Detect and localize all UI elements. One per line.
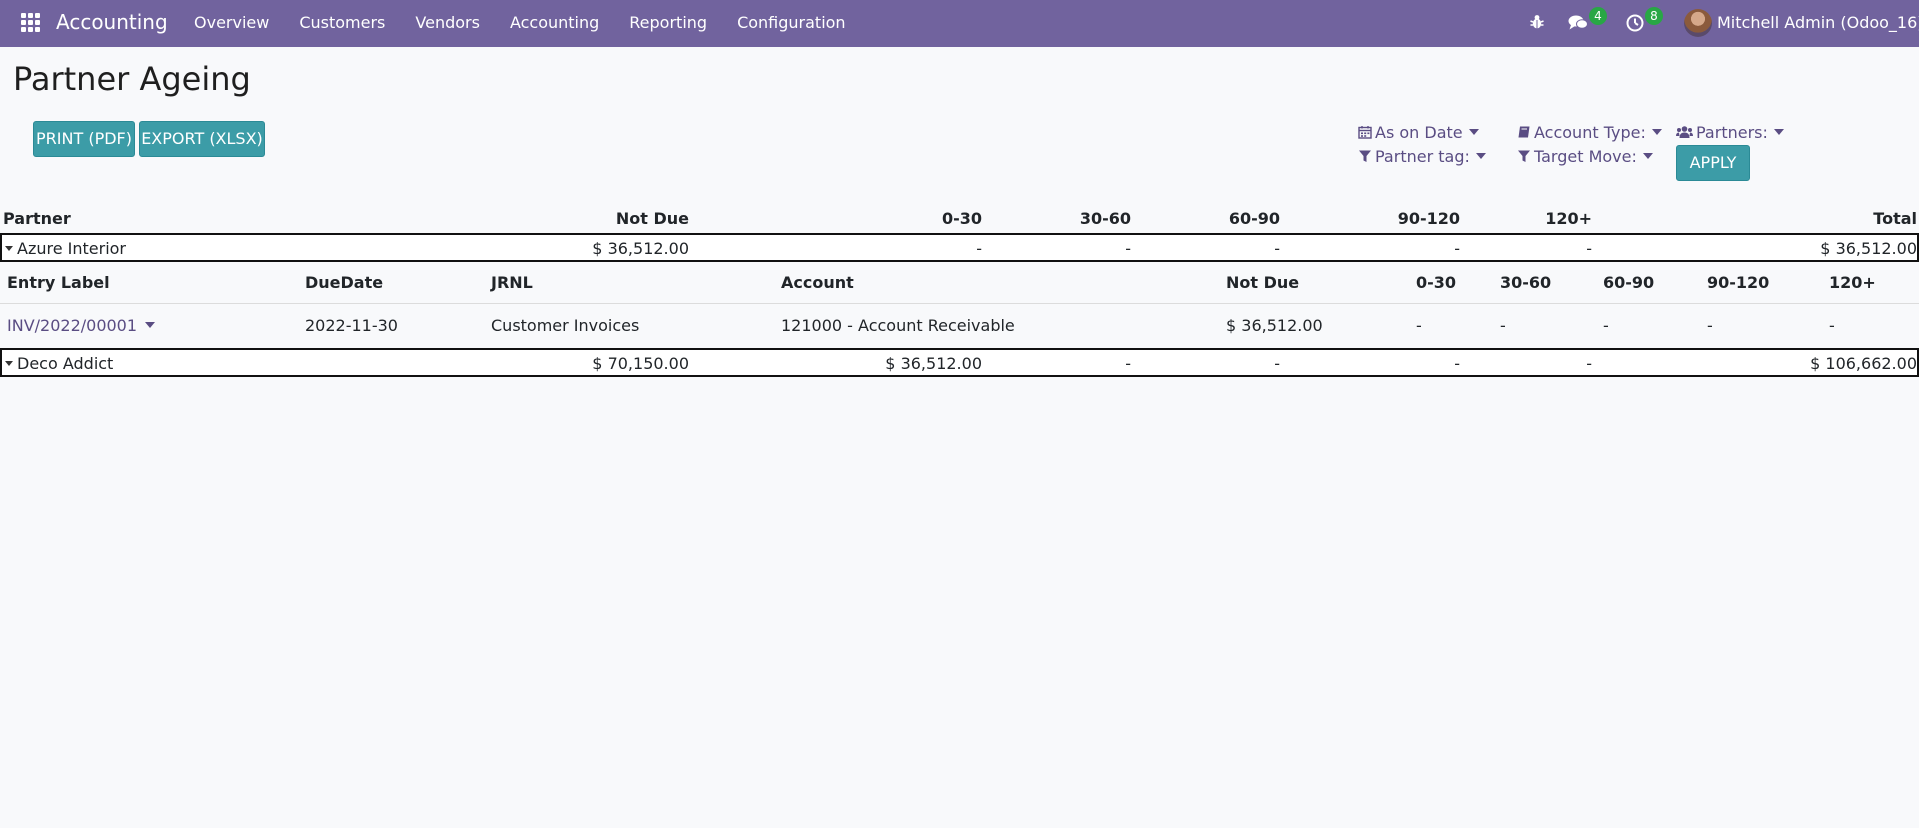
calendar-icon xyxy=(1358,126,1372,139)
table-header: Partner Not Due 0-30 30-60 60-90 90-120 … xyxy=(0,209,1919,231)
chevron-down-icon xyxy=(1773,129,1784,135)
target-move-filter[interactable]: Target Move: xyxy=(1517,147,1653,166)
entry-90-120: - xyxy=(1707,316,1713,335)
export-xlsx-button[interactable]: EXPORT (XLSX) xyxy=(139,121,265,157)
header-60-90: 60-90 xyxy=(1228,209,1280,228)
cell-30-60: - xyxy=(1125,354,1131,373)
book-icon xyxy=(1518,126,1530,138)
bug-icon[interactable] xyxy=(1530,14,1544,30)
subheader-90-120: 90-120 xyxy=(1707,273,1770,292)
cell-0-30: - xyxy=(976,239,982,258)
chevron-down-icon xyxy=(1468,129,1479,135)
header-0-30: 0-30 xyxy=(941,209,982,228)
menu-overview[interactable]: Overview xyxy=(194,13,269,32)
entry-due-date: 2022-11-30 xyxy=(305,316,398,335)
entry-account: 121000 - Account Receivable xyxy=(781,316,1015,335)
entry-30-60: - xyxy=(1500,316,1506,335)
subheader-entry-label: Entry Label xyxy=(7,273,110,292)
account-type-label: Account Type: xyxy=(1534,123,1646,142)
entry-60-90: - xyxy=(1603,316,1609,335)
filter-icon xyxy=(1359,150,1371,162)
cell-90-120: - xyxy=(1454,239,1460,258)
apps-grid-icon[interactable] xyxy=(21,13,40,32)
caret-down-icon xyxy=(5,246,13,251)
entry-label-dropdown[interactable]: INV/2022/00001 xyxy=(7,316,156,335)
cell-60-90: - xyxy=(1274,239,1280,258)
page-title: Partner Ageing xyxy=(13,60,251,98)
filter-icon xyxy=(1518,150,1530,162)
subheader-120-plus: 120+ xyxy=(1829,273,1876,292)
messages-count-badge: 4 xyxy=(1589,7,1607,25)
activities-count-badge: 8 xyxy=(1645,7,1663,25)
entry-row: INV/2022/00001 2022-11-30 Customer Invoi… xyxy=(0,305,1919,346)
entry-subtable-header: Entry Label DueDate JRNL Account Not Due… xyxy=(0,264,1919,304)
partner-tag-label: Partner tag: xyxy=(1375,147,1470,166)
chat-icon[interactable] xyxy=(1568,14,1588,31)
cell-120-plus: - xyxy=(1586,239,1592,258)
partners-filter[interactable]: Partners: xyxy=(1676,123,1784,142)
subheader-0-30: 0-30 xyxy=(1416,273,1457,292)
header-not-due: Not Due xyxy=(615,209,689,228)
menu-customers[interactable]: Customers xyxy=(299,13,385,32)
cell-120-plus: - xyxy=(1586,354,1592,373)
partner-row[interactable]: Azure Interior $ 36,512.00 - - - - - $ 3… xyxy=(0,233,1919,262)
chevron-down-icon xyxy=(145,322,156,328)
cell-total: $ 36,512.00 xyxy=(1820,239,1917,258)
partner-row[interactable]: Deco Addict $ 70,150.00 $ 36,512.00 - - … xyxy=(0,348,1919,377)
partners-label: Partners: xyxy=(1696,123,1768,142)
cell-60-90: - xyxy=(1274,354,1280,373)
header-120-plus: 120+ xyxy=(1545,209,1592,228)
top-navbar: Accounting Overview Customers Vendors Ac… xyxy=(0,0,1919,47)
menu-configuration[interactable]: Configuration xyxy=(737,13,846,32)
caret-down-icon xyxy=(5,361,13,366)
chevron-down-icon xyxy=(1642,153,1653,159)
account-type-filter[interactable]: Account Type: xyxy=(1517,123,1662,142)
print-pdf-button[interactable]: PRINT (PDF) xyxy=(33,121,135,157)
header-partner: Partner xyxy=(3,209,71,228)
chevron-down-icon xyxy=(1475,153,1486,159)
chevron-down-icon xyxy=(1651,129,1662,135)
menu-accounting[interactable]: Accounting xyxy=(510,13,599,32)
user-menu[interactable]: Mitchell Admin (Odoo_16) xyxy=(1717,13,1919,32)
cell-not-due: $ 36,512.00 xyxy=(592,239,689,258)
header-total: Total xyxy=(1873,209,1917,228)
entry-120-plus: - xyxy=(1829,316,1835,335)
clock-icon[interactable] xyxy=(1626,14,1644,32)
cell-not-due: $ 70,150.00 xyxy=(592,354,689,373)
cell-30-60: - xyxy=(1125,239,1131,258)
partner-name[interactable]: Azure Interior xyxy=(5,239,126,258)
apply-button[interactable]: APPLY xyxy=(1676,145,1750,181)
menu-vendors[interactable]: Vendors xyxy=(415,13,480,32)
subheader-due-date: DueDate xyxy=(305,273,384,292)
user-avatar[interactable] xyxy=(1684,9,1712,37)
app-name[interactable]: Accounting xyxy=(56,10,168,34)
entry-0-30: - xyxy=(1416,316,1422,335)
main-menu: Overview Customers Vendors Accounting Re… xyxy=(194,13,876,32)
header-90-120: 90-120 xyxy=(1397,209,1460,228)
cell-90-120: - xyxy=(1454,354,1460,373)
subheader-not-due: Not Due xyxy=(1226,273,1300,292)
entry-journal: Customer Invoices xyxy=(491,316,640,335)
cell-0-30: $ 36,512.00 xyxy=(885,354,982,373)
users-icon xyxy=(1676,126,1693,138)
menu-reporting[interactable]: Reporting xyxy=(629,13,707,32)
partner-tag-filter[interactable]: Partner tag: xyxy=(1358,147,1486,166)
header-30-60: 30-60 xyxy=(1079,209,1131,228)
cell-total: $ 106,662.00 xyxy=(1810,354,1917,373)
entry-not-due: $ 36,512.00 xyxy=(1226,316,1323,335)
subheader-jrnl: JRNL xyxy=(491,273,533,292)
subheader-account: Account xyxy=(781,273,854,292)
as-on-date-label: As on Date xyxy=(1375,123,1463,142)
target-move-label: Target Move: xyxy=(1534,147,1637,166)
as-on-date-filter[interactable]: As on Date xyxy=(1358,123,1479,142)
subheader-30-60: 30-60 xyxy=(1500,273,1552,292)
partner-name[interactable]: Deco Addict xyxy=(5,354,113,373)
subheader-60-90: 60-90 xyxy=(1603,273,1655,292)
